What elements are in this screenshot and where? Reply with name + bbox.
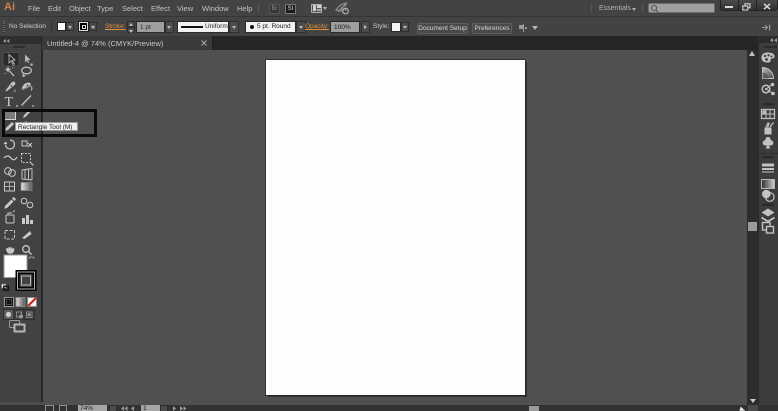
svg-text:T: T: [5, 95, 14, 110]
